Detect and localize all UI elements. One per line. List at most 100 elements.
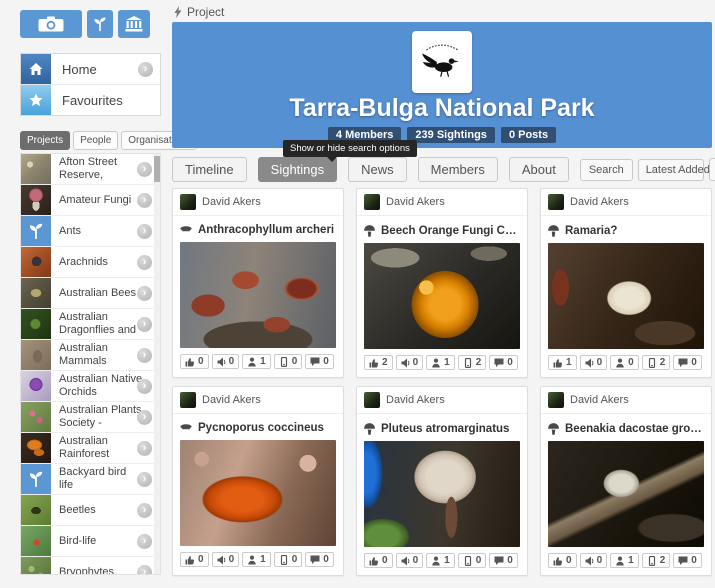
megaphone-stat[interactable]: 0 — [395, 355, 424, 370]
megaphone-stat[interactable]: 0 — [211, 354, 240, 369]
chevron-right-icon[interactable]: › — [138, 61, 153, 77]
sighting-photo[interactable] — [364, 441, 520, 547]
comment-stat[interactable]: 0 — [489, 355, 518, 370]
megaphone-stat[interactable]: 0 — [395, 553, 424, 568]
sighting-card[interactable]: David Akers Anthracophyllum archeri 0 0 … — [172, 188, 344, 378]
tab-members[interactable]: Members — [417, 157, 498, 182]
search-button[interactable]: Search — [579, 158, 633, 181]
sidebar-item-project[interactable]: Amateur Fungi › — [21, 185, 160, 216]
add-sighting-button[interactable] — [20, 10, 82, 38]
mobile-stat[interactable]: 0 — [273, 552, 303, 567]
mobile-stat[interactable]: 2 — [457, 355, 487, 370]
comment-stat[interactable]: 0 — [305, 552, 334, 567]
sighting-card[interactable]: David Akers Beech Orange Fungi Cyttari..… — [356, 188, 528, 378]
sidebar-item-project[interactable]: Australian Bees › — [21, 278, 160, 309]
chevron-right-icon[interactable]: › — [137, 440, 152, 456]
avatar[interactable] — [364, 194, 380, 210]
sidebar-item-project[interactable]: Australian Rainforest › — [21, 433, 160, 464]
person-stat[interactable]: 1 — [610, 553, 639, 568]
chevron-right-icon[interactable]: › — [137, 471, 152, 487]
chevron-right-icon[interactable]: › — [137, 347, 152, 363]
species-name[interactable]: Pluteus atromarginatus — [381, 423, 509, 435]
mobile-stat[interactable]: 0 — [457, 553, 487, 568]
comment-stat[interactable]: 0 — [305, 354, 334, 369]
sidebar-item-project[interactable]: Arachnids › — [21, 247, 160, 278]
sighting-photo[interactable] — [548, 243, 704, 349]
avatar[interactable] — [180, 194, 196, 210]
sidebar-item-project[interactable]: Bryophytes › — [21, 557, 160, 574]
person-stat[interactable]: 1 — [242, 354, 271, 369]
card-author[interactable]: David Akers — [202, 394, 261, 406]
megaphone-stat[interactable]: 0 — [211, 552, 240, 567]
avatar[interactable] — [364, 392, 380, 408]
chevron-right-icon[interactable]: › — [137, 161, 152, 177]
chevron-right-icon[interactable]: › — [137, 316, 152, 332]
sidebar-item-project[interactable]: Afton Street Reserve, › — [21, 154, 160, 185]
vote-stat[interactable]: 0 — [548, 553, 577, 568]
sidebar-item-project[interactable]: Bird-life › — [21, 526, 160, 557]
card-title-row[interactable]: Anthracophyllum archeri — [173, 216, 343, 242]
chevron-right-icon[interactable]: › — [137, 564, 152, 574]
chevron-right-icon[interactable]: › — [137, 254, 152, 270]
avatar[interactable] — [548, 392, 564, 408]
tab-news[interactable]: News — [348, 157, 407, 182]
sighting-photo[interactable] — [180, 242, 336, 348]
avatar[interactable] — [180, 392, 196, 408]
sighting-card[interactable]: David Akers Beenakia dacostae growing ..… — [540, 386, 712, 576]
tab-people[interactable]: People — [73, 131, 119, 150]
sidebar-item-project[interactable]: Australian Plants Society - › — [21, 402, 160, 433]
species-name[interactable]: Beenakia dacostae growing ... — [565, 423, 705, 435]
sighting-photo[interactable] — [364, 243, 520, 349]
species-name[interactable]: Ramaria? — [565, 225, 617, 237]
chevron-right-icon[interactable]: › — [137, 409, 152, 425]
sighting-card[interactable]: David Akers Pluteus atromarginatus 0 0 1… — [356, 386, 528, 576]
person-stat[interactable]: 1 — [426, 355, 455, 370]
card-title-row[interactable]: Pycnoporus coccineus — [173, 414, 343, 440]
species-name[interactable]: Beech Orange Fungi Cyttari... — [381, 225, 521, 237]
person-stat[interactable]: 1 — [426, 553, 455, 568]
tab-sightings[interactable]: Sightings — [257, 157, 338, 182]
card-author[interactable]: David Akers — [202, 196, 261, 208]
card-author[interactable]: David Akers — [386, 394, 445, 406]
card-title-row[interactable]: Pluteus atromarginatus — [357, 414, 527, 441]
avatar[interactable] — [548, 194, 564, 210]
tab-timeline[interactable]: Timeline — [172, 157, 247, 182]
sidebar-item-project[interactable]: Australian Dragonflies and › — [21, 309, 160, 340]
sidebar-item-project[interactable]: Beetles › — [21, 495, 160, 526]
chevron-right-icon[interactable]: › — [137, 285, 152, 301]
sighting-card[interactable]: David Akers Ramaria? 1 0 0 2 0 — [540, 188, 712, 378]
vote-stat[interactable]: 0 — [180, 354, 209, 369]
tab-about[interactable]: About — [508, 157, 569, 182]
card-author[interactable]: David Akers — [570, 196, 629, 208]
sidebar-item-project[interactable]: Australian Mammals › — [21, 340, 160, 371]
megaphone-stat[interactable]: 0 — [579, 553, 608, 568]
collections-button[interactable] — [118, 10, 150, 38]
chevron-right-icon[interactable]: › — [137, 223, 152, 239]
sighting-photo[interactable] — [180, 440, 336, 546]
card-title-row[interactable]: Beech Orange Fungi Cyttari... — [357, 216, 527, 243]
mobile-stat[interactable]: 2 — [641, 355, 671, 370]
sidebar-item-project[interactable]: Ants › — [21, 216, 160, 247]
nav-item-favourites[interactable]: Favourites — [21, 84, 160, 115]
chevron-right-icon[interactable]: › — [137, 533, 152, 549]
sighting-card[interactable]: David Akers Pycnoporus coccineus 0 0 1 0… — [172, 386, 344, 576]
mobile-stat[interactable]: 0 — [273, 354, 303, 369]
chevron-right-icon[interactable]: › — [137, 192, 152, 208]
card-author[interactable]: David Akers — [570, 394, 629, 406]
megaphone-stat[interactable]: 0 — [579, 355, 608, 370]
sidebar-item-project[interactable]: Australian Native Orchids › — [21, 371, 160, 402]
comment-stat[interactable]: 0 — [489, 553, 518, 568]
sidebar-item-project[interactable]: Backyard bird life › — [21, 464, 160, 495]
species-button[interactable] — [87, 10, 113, 38]
sighting-photo[interactable] — [548, 441, 704, 547]
vote-stat[interactable]: 2 — [364, 355, 393, 370]
card-author[interactable]: David Akers — [386, 196, 445, 208]
person-stat[interactable]: 0 — [610, 355, 639, 370]
vote-stat[interactable]: 1 — [548, 355, 577, 370]
sort-select[interactable]: Latest Added — [637, 158, 710, 181]
person-stat[interactable]: 1 — [242, 552, 271, 567]
chevron-right-icon[interactable]: › — [137, 502, 152, 518]
card-title-row[interactable]: Beenakia dacostae growing ... — [541, 414, 711, 441]
nav-item-home[interactable]: Home › — [21, 54, 160, 84]
comment-stat[interactable]: 0 — [673, 553, 702, 568]
